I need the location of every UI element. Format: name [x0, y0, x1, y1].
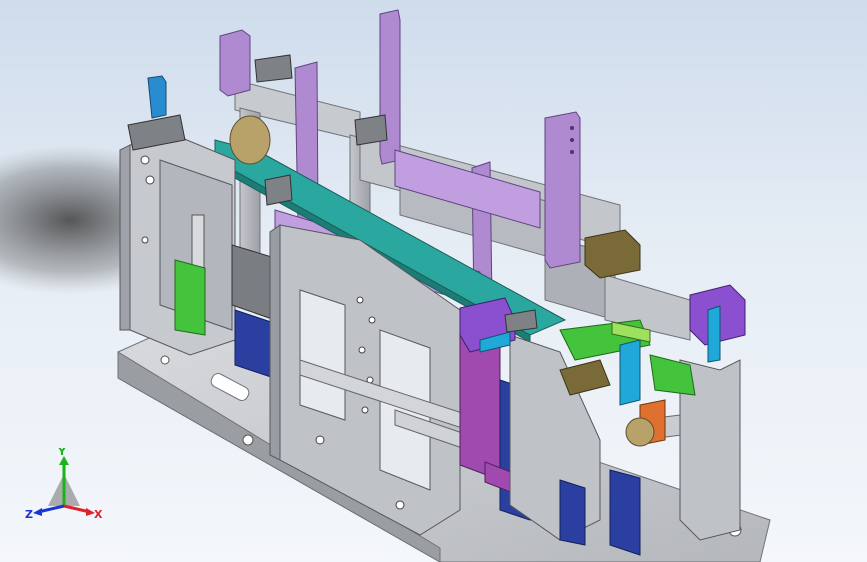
triad-y-label: Y [57, 448, 67, 458]
triad-z-label: Z [25, 508, 33, 521]
triad-x-label: X [94, 508, 103, 521]
view-orientation-triad: Y X Z [25, 448, 103, 521]
cad-viewport[interactable]: Y X Z [0, 0, 867, 562]
triad-z-arrow [33, 508, 42, 516]
assembly-model[interactable] [0, 0, 867, 562]
